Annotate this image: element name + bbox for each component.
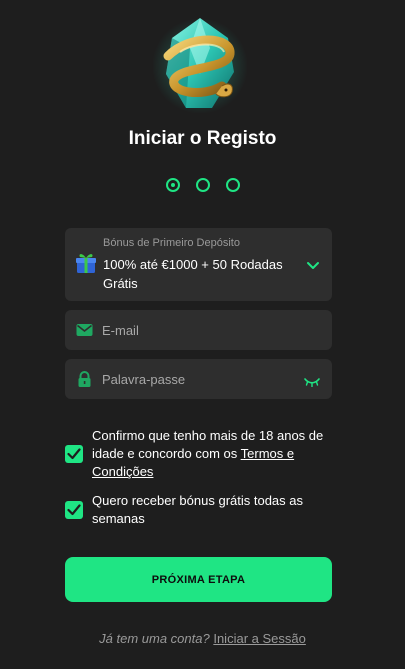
step-indicator <box>0 178 405 192</box>
newsletter-consent-text: Quero receber bónus grátis todas as sema… <box>92 493 304 526</box>
page-title: Iniciar o Registo <box>128 128 277 149</box>
bonus-caption: Bónus de Primeiro Depósito <box>103 237 240 249</box>
newsletter-checkbox[interactable] <box>65 501 83 519</box>
bonus-value: 100% até €1000 + 50 Rodadas Grátis <box>103 257 283 291</box>
gift-icon <box>76 252 96 274</box>
logo <box>150 14 250 116</box>
next-step-button[interactable]: PRÓXIMA ETAPA <box>65 557 332 602</box>
terms-consent-text: Confirmo que tenho mais de 18 anos de id… <box>92 427 332 481</box>
email-input[interactable] <box>102 310 297 350</box>
bonus-select[interactable]: Bónus de Primeiro Depósito 100% até €100… <box>65 228 332 301</box>
login-prompt-line: Já tem uma conta? Iniciar a Sessão <box>0 631 405 646</box>
password-input[interactable] <box>102 359 297 399</box>
eye-closed-icon[interactable] <box>304 374 320 388</box>
envelope-icon <box>76 322 93 338</box>
step-3-dot <box>225 178 240 192</box>
step-2-dot <box>195 178 210 192</box>
chevron-down-icon[interactable] <box>306 258 320 269</box>
step-1-dot <box>165 178 180 192</box>
lock-icon <box>76 371 93 387</box>
email-field[interactable] <box>65 310 332 350</box>
login-prompt: Já tem uma conta? <box>99 631 210 646</box>
terms-checkbox[interactable] <box>65 445 83 463</box>
password-field[interactable] <box>65 359 332 399</box>
login-link[interactable]: Iniciar a Sessão <box>213 631 306 646</box>
